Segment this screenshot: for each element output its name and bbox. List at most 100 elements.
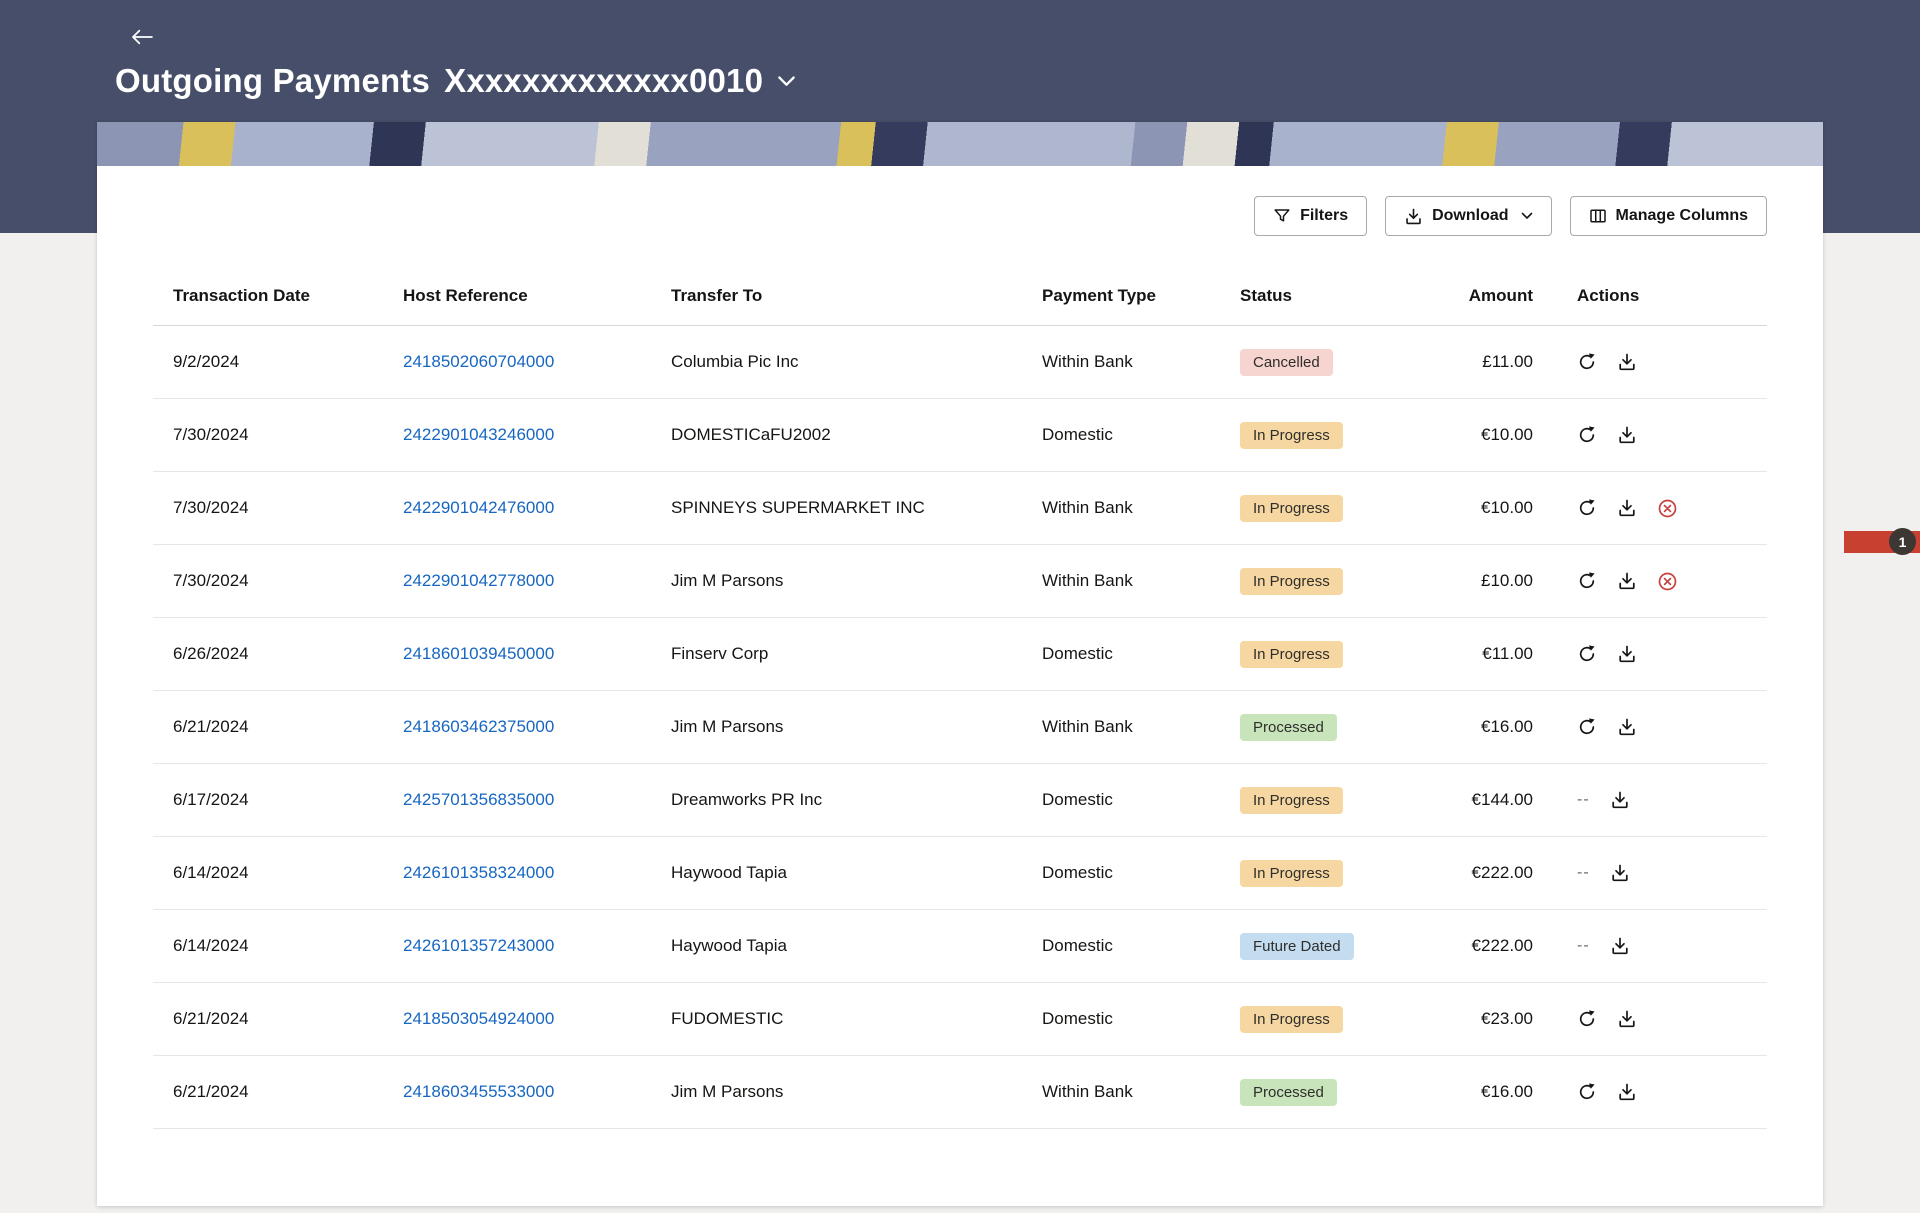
download-icon[interactable] bbox=[1617, 1082, 1637, 1102]
column-header-transaction-date: Transaction Date bbox=[173, 286, 403, 306]
refresh-icon[interactable] bbox=[1577, 1082, 1597, 1102]
cancel-icon[interactable] bbox=[1657, 498, 1678, 519]
table-row: 6/21/2024 2418503054924000 FUDOMESTIC Do… bbox=[153, 983, 1767, 1056]
host-reference-link[interactable]: 2418603462375000 bbox=[403, 717, 554, 736]
table-body: 9/2/2024 2418502060704000 Columbia Pic I… bbox=[153, 326, 1767, 1129]
status-badge: Processed bbox=[1240, 1079, 1337, 1106]
download-icon[interactable] bbox=[1610, 936, 1630, 956]
cell-payment-type: Within Bank bbox=[1042, 571, 1240, 591]
table-row: 6/21/2024 2418603455533000 Jim M Parsons… bbox=[153, 1056, 1767, 1129]
host-reference-link[interactable]: 2422901042476000 bbox=[403, 498, 554, 517]
filters-button[interactable]: Filters bbox=[1254, 196, 1367, 236]
cell-transaction-date: 6/14/2024 bbox=[173, 863, 403, 883]
cell-amount: €16.00 bbox=[1417, 1082, 1537, 1102]
cell-transaction-date: 7/30/2024 bbox=[173, 498, 403, 518]
status-badge: Cancelled bbox=[1240, 349, 1333, 376]
cell-amount: €10.00 bbox=[1417, 425, 1537, 445]
back-button[interactable] bbox=[124, 24, 160, 54]
download-icon[interactable] bbox=[1617, 425, 1637, 445]
download-icon[interactable] bbox=[1610, 863, 1630, 883]
cell-amount: €16.00 bbox=[1417, 717, 1537, 737]
host-reference-link[interactable]: 2418502060704000 bbox=[403, 352, 554, 371]
cell-actions: -- bbox=[1537, 936, 1767, 956]
cell-payment-type: Domestic bbox=[1042, 425, 1240, 445]
host-reference-link[interactable]: 2418503054924000 bbox=[403, 1009, 554, 1028]
host-reference-link[interactable]: 2422901042778000 bbox=[403, 571, 554, 590]
chevron-down-icon bbox=[1521, 212, 1533, 220]
cell-payment-type: Domestic bbox=[1042, 1009, 1240, 1029]
table-row: 9/2/2024 2418502060704000 Columbia Pic I… bbox=[153, 326, 1767, 399]
manage-columns-button-label: Manage Columns bbox=[1616, 207, 1748, 225]
download-icon[interactable] bbox=[1617, 717, 1637, 737]
download-icon[interactable] bbox=[1617, 644, 1637, 664]
refresh-icon[interactable] bbox=[1577, 717, 1597, 737]
host-reference-link[interactable]: 2425701356835000 bbox=[403, 790, 554, 809]
card-content: Filters Download Manage Columns bbox=[97, 196, 1823, 1129]
cell-amount: €10.00 bbox=[1417, 498, 1537, 518]
table-row: 6/17/2024 2425701356835000 Dreamworks PR… bbox=[153, 764, 1767, 837]
table-row: 7/30/2024 2422901042476000 SPINNEYS SUPE… bbox=[153, 472, 1767, 545]
refresh-icon[interactable] bbox=[1577, 352, 1597, 372]
cell-actions bbox=[1537, 644, 1767, 664]
status-badge: In Progress bbox=[1240, 568, 1343, 595]
download-button[interactable]: Download bbox=[1385, 196, 1551, 236]
download-icon[interactable] bbox=[1617, 571, 1637, 591]
refresh-icon[interactable] bbox=[1577, 425, 1597, 445]
cell-transaction-date: 6/17/2024 bbox=[173, 790, 403, 810]
host-reference-link[interactable]: 2426101357243000 bbox=[403, 936, 554, 955]
download-icon[interactable] bbox=[1617, 1009, 1637, 1029]
no-action-dash: -- bbox=[1577, 864, 1590, 882]
cell-transfer-to: Columbia Pic Inc bbox=[671, 352, 1042, 372]
cell-transaction-date: 9/2/2024 bbox=[173, 352, 403, 372]
manage-columns-button[interactable]: Manage Columns bbox=[1570, 196, 1767, 236]
table-row: 7/30/2024 2422901042778000 Jim M Parsons… bbox=[153, 545, 1767, 618]
cell-amount: £11.00 bbox=[1417, 352, 1537, 372]
status-badge: In Progress bbox=[1240, 860, 1343, 887]
cell-amount: €144.00 bbox=[1417, 790, 1537, 810]
refresh-icon[interactable] bbox=[1577, 498, 1597, 518]
cell-transfer-to: Finserv Corp bbox=[671, 644, 1042, 664]
cell-actions bbox=[1537, 425, 1767, 445]
refresh-icon[interactable] bbox=[1577, 1009, 1597, 1029]
refresh-icon[interactable] bbox=[1577, 571, 1597, 591]
status-badge: In Progress bbox=[1240, 422, 1343, 449]
cell-payment-type: Within Bank bbox=[1042, 1082, 1240, 1102]
host-reference-link[interactable]: 2418601039450000 bbox=[403, 644, 554, 663]
cell-transaction-date: 6/21/2024 bbox=[173, 1009, 403, 1029]
cell-transfer-to: DOMESTICaFU2002 bbox=[671, 425, 1042, 445]
cell-amount: €11.00 bbox=[1417, 644, 1537, 664]
no-action-dash: -- bbox=[1577, 791, 1590, 809]
toolbar: Filters Download Manage Columns bbox=[153, 196, 1767, 236]
chevron-down-icon bbox=[777, 75, 796, 93]
host-reference-link[interactable]: 2418603455533000 bbox=[403, 1082, 554, 1101]
download-icon[interactable] bbox=[1617, 498, 1637, 518]
side-tab[interactable]: 1 bbox=[1844, 531, 1920, 553]
cell-transfer-to: Haywood Tapia bbox=[671, 863, 1042, 883]
host-reference-link[interactable]: 2422901043246000 bbox=[403, 425, 554, 444]
side-tab-badge[interactable]: 1 bbox=[1889, 528, 1916, 555]
cell-payment-type: Within Bank bbox=[1042, 498, 1240, 518]
back-arrow-icon bbox=[130, 28, 154, 51]
cell-transfer-to: FUDOMESTIC bbox=[671, 1009, 1042, 1029]
cell-transfer-to: Dreamworks PR Inc bbox=[671, 790, 1042, 810]
status-badge: In Progress bbox=[1240, 641, 1343, 668]
cell-transfer-to: Jim M Parsons bbox=[671, 717, 1042, 737]
column-header-transfer-to: Transfer To bbox=[671, 286, 1042, 306]
page-title: Outgoing Payments Xxxxxxxxxxxxx0010 bbox=[115, 62, 796, 100]
cell-actions bbox=[1537, 1082, 1767, 1102]
cell-payment-type: Within Bank bbox=[1042, 717, 1240, 737]
account-selector-chevron[interactable] bbox=[777, 69, 796, 93]
download-icon[interactable] bbox=[1617, 352, 1637, 372]
status-badge: In Progress bbox=[1240, 1006, 1343, 1033]
download-icon bbox=[1404, 207, 1423, 226]
table-row: 6/14/2024 2426101357243000 Haywood Tapia… bbox=[153, 910, 1767, 983]
cell-transfer-to: SPINNEYS SUPERMARKET INC bbox=[671, 498, 1042, 518]
banner-image bbox=[97, 122, 1823, 166]
download-icon[interactable] bbox=[1610, 790, 1630, 810]
table-row: 6/21/2024 2418603462375000 Jim M Parsons… bbox=[153, 691, 1767, 764]
refresh-icon[interactable] bbox=[1577, 644, 1597, 664]
host-reference-link[interactable]: 2426101358324000 bbox=[403, 863, 554, 882]
cancel-icon[interactable] bbox=[1657, 571, 1678, 592]
cell-amount: £10.00 bbox=[1417, 571, 1537, 591]
status-badge: In Progress bbox=[1240, 787, 1343, 814]
